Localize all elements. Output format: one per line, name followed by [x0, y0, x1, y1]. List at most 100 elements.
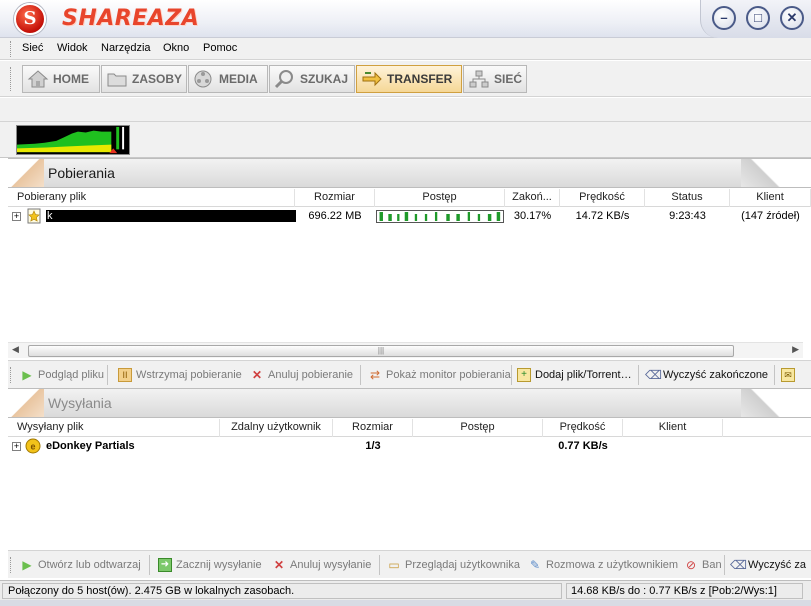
scroll-left-icon[interactable]: ◀	[12, 344, 19, 355]
progress-segment	[424, 214, 428, 221]
svg-text:e: e	[30, 442, 35, 452]
clear-completed-button[interactable]: ⌫ Wyczyść zakończone	[645, 366, 768, 384]
downloads-horizontal-scrollbar[interactable]: ◀ ||| ▶	[8, 342, 803, 358]
more-actions-button[interactable]: ✉	[781, 366, 795, 384]
nav-media-button[interactable]: MEDIA	[188, 65, 268, 93]
download-file-name: k	[46, 210, 296, 222]
col-predkosc-upload[interactable]: Prędkość	[543, 419, 623, 437]
play-icon: ▶	[22, 368, 32, 382]
download-status: 9:23:43	[669, 210, 706, 222]
toolbar-separator	[638, 365, 639, 385]
cancel-download-button[interactable]: ✕ Anuluj pobieranie	[250, 366, 353, 384]
progress-segment	[388, 214, 392, 221]
col-predkosc[interactable]: Prędkość	[560, 189, 645, 207]
col-pobierany-plik[interactable]: Pobierany plik	[8, 189, 295, 207]
add-file-torrent-button[interactable]: + Dodaj plik/Torrent…	[517, 366, 632, 384]
pause-icon: II	[118, 368, 132, 382]
uploads-title: Wysyłania	[48, 395, 112, 411]
ban-button[interactable]: ⊘ Ban	[684, 556, 722, 574]
progress-segment	[477, 214, 481, 221]
header-corner-right	[741, 389, 811, 417]
nav-toolbar: HOME ZASOBY MEDIA SZUKAJ TRANSFER SIEĆ	[0, 61, 811, 97]
cancel-x-icon: ✕	[251, 368, 263, 382]
progress-segment	[456, 214, 460, 221]
monitor-icon: ⇄	[369, 368, 381, 382]
nav-media-label: MEDIA	[219, 72, 258, 86]
expand-icon[interactable]: +	[12, 442, 21, 451]
menu-item-pomoc[interactable]: Pomoc	[203, 42, 237, 54]
play-icon: ▶	[22, 558, 32, 572]
cancel-upload-button[interactable]: ✕ Anuluj wysyłanie	[272, 556, 371, 574]
maximize-button[interactable]: □	[746, 6, 770, 30]
nav-siec-button[interactable]: SIEĆ	[463, 65, 527, 93]
scroll-right-icon[interactable]: ▶	[792, 344, 799, 355]
progress-segment	[379, 212, 383, 221]
toolbar-separator	[379, 555, 380, 575]
app-title: SHAREAZA	[62, 6, 200, 31]
nav-zasoby-button[interactable]: ZASOBY	[101, 65, 187, 93]
col-rozmiar-upload[interactable]: Rozmiar	[333, 419, 413, 437]
scrollbar-thumb[interactable]: |||	[28, 345, 734, 357]
uploads-header: Wysyłania	[8, 388, 811, 418]
nav-szukaj-button[interactable]: SZUKAJ	[269, 65, 355, 93]
menu-item-widok[interactable]: Widok	[57, 42, 88, 54]
col-klient-upload[interactable]: Klient	[623, 419, 723, 437]
menu-grip[interactable]	[10, 41, 12, 57]
preview-file-button[interactable]: ▶ Podgląd pliku	[20, 366, 104, 384]
menu-item-okno[interactable]: Okno	[163, 42, 189, 54]
status-bandwidth-text: 14.68 KB/s do : 0.77 KB/s z [Pob:2/Wys:1…	[566, 583, 803, 599]
header-corner-left	[8, 159, 44, 187]
nav-transfer-button[interactable]: TRANSFER	[356, 65, 462, 93]
downloads-action-toolbar: ▶ Podgląd pliku II Wstrzymaj pobieranie …	[8, 360, 811, 388]
menu-bar: Sieć Widok Narzędzia Okno Pomoc	[0, 38, 811, 60]
pause-download-button[interactable]: II Wstrzymaj pobieranie	[118, 366, 242, 384]
expand-icon[interactable]: +	[12, 212, 21, 221]
nav-home-button[interactable]: HOME	[22, 65, 100, 93]
upload-file-name: eDonkey Partials	[46, 440, 135, 452]
minimize-icon: –	[720, 10, 728, 25]
show-download-monitor-button[interactable]: ⇄ Pokaż monitor pobierania	[368, 366, 511, 384]
show-download-monitor-label: Pokaż monitor pobierania	[386, 369, 511, 381]
browse-user-button[interactable]: ▭ Przeglądaj użytkownika	[387, 556, 520, 574]
col-postep-upload[interactable]: Postęp	[413, 419, 543, 437]
add-file-icon: +	[517, 368, 531, 382]
minimize-button[interactable]: –	[712, 6, 736, 30]
upload-size: 1/3	[365, 440, 381, 452]
col-postep[interactable]: Postęp	[375, 189, 505, 207]
browse-folder-icon: ▭	[388, 558, 400, 572]
header-corner-right	[741, 159, 811, 187]
toolbar-grip[interactable]	[10, 557, 12, 573]
clear-uploads-button[interactable]: ⌫ Wyczyść za	[730, 556, 806, 574]
col-klient[interactable]: Klient	[730, 189, 811, 207]
col-zdalny-uzytkownik[interactable]: Zdalny użytkownik	[220, 419, 333, 437]
progress-segment	[496, 212, 501, 221]
nav-zasoby-label: ZASOBY	[132, 72, 183, 86]
magnifier-icon	[274, 70, 293, 89]
col-status[interactable]: Status	[645, 189, 730, 207]
toolbar-grip[interactable]	[10, 67, 12, 91]
shareaza-logo: S	[14, 3, 46, 35]
table-row[interactable]: + e eDonkey Partials 1/3 0.77 KB/s	[8, 438, 811, 455]
start-upload-label: Zacznij wysyłanie	[176, 559, 262, 571]
broom-icon: ⌫	[645, 368, 662, 382]
close-icon: ✕	[786, 10, 798, 25]
col-rozmiar[interactable]: Rozmiar	[295, 189, 375, 207]
open-play-button[interactable]: ▶ Otwórz lub odtwarzaj	[20, 556, 140, 574]
start-upload-button[interactable]: ➜ Zacznij wysyłanie	[158, 556, 262, 574]
col-zakonczone[interactable]: Zakoń...	[505, 189, 560, 207]
table-row[interactable]: + k 696.22 MB 30.17% 14.72 KB/s 9:23:43 …	[8, 208, 811, 225]
toolbar-grip[interactable]	[10, 367, 12, 383]
browse-user-label: Przeglądaj użytkownika	[405, 559, 520, 571]
uploads-action-toolbar: ▶ Otwórz lub odtwarzaj ➜ Zacznij wysyłan…	[8, 550, 811, 578]
nav-transfer-label: TRANSFER	[387, 72, 453, 86]
ban-label: Ban	[702, 559, 722, 571]
col-wysylany-plik[interactable]: Wysyłany plik	[8, 419, 220, 437]
menu-item-narzedzia[interactable]: Narzędzia	[101, 42, 151, 54]
toolbar-separator	[724, 555, 725, 575]
chat-user-button[interactable]: ✎ Rozmowa z użytkownikiem	[528, 556, 678, 574]
progress-segment	[487, 214, 492, 221]
downloads-header: Pobierania	[8, 158, 811, 188]
network-icon	[469, 70, 489, 88]
close-button[interactable]: ✕	[780, 6, 804, 30]
menu-item-siec[interactable]: Sieć	[22, 42, 43, 54]
